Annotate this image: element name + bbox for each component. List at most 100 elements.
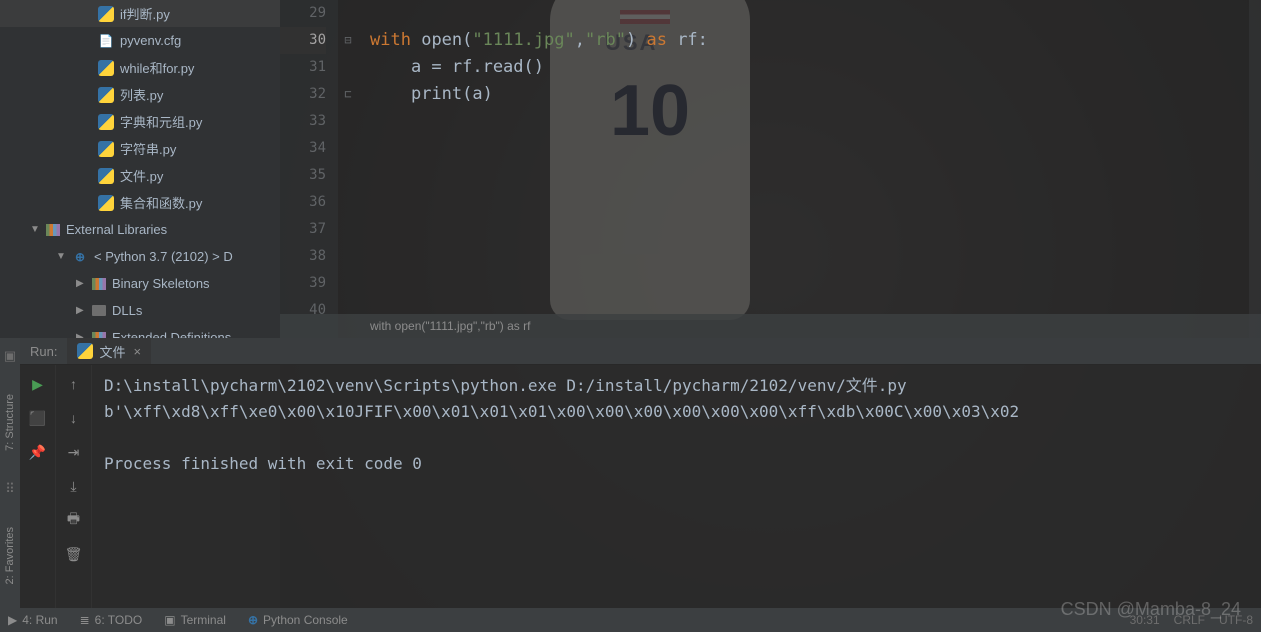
watermark: CSDN @Mamba-8_24 [1061, 599, 1241, 620]
node-label: External Libraries [66, 222, 167, 237]
trash-button[interactable]: 🗑 [63, 543, 85, 565]
collapse-arrow-icon[interactable]: ▶ [76, 305, 88, 316]
collapse-arrow-icon[interactable]: ▶ [76, 278, 88, 289]
py-file-icon [98, 114, 114, 130]
external-libraries-node[interactable]: ▼ External Libraries [0, 216, 280, 243]
fold-marker[interactable]: ⊟ [338, 27, 358, 54]
line-number[interactable]: 39 [280, 270, 326, 297]
scroll-button[interactable]: ⤓ [63, 475, 85, 497]
run-panel: Run: 文件 × ▶ ⬛ 📌 ↑ ↓ ⇥ ⤓ 🖶 🗑 D:\install\p… [20, 338, 1261, 608]
favorites-tool-button[interactable]: 2: Favorites [4, 527, 16, 584]
breadcrumb[interactable]: with open("1111.jpg","rb") as rf [280, 314, 1261, 338]
file-name: 列表.py [120, 85, 163, 104]
structure-tool-icon[interactable]: ▣ [4, 348, 16, 364]
line-number[interactable]: 33 [280, 108, 326, 135]
library-sub-node[interactable]: ▶Extended Definitions [0, 324, 280, 338]
line-number[interactable]: 37 [280, 216, 326, 243]
line-gutter: 293031323334353637383940 [280, 0, 338, 338]
code-line[interactable] [370, 162, 1261, 189]
file-name: pyvenv.cfg [120, 33, 181, 48]
code-line[interactable] [370, 270, 1261, 297]
line-number[interactable]: 30 [280, 27, 326, 54]
console-output[interactable]: D:\install\pycharm\2102\venv\Scripts\pyt… [92, 365, 1261, 608]
libraries-icon [46, 224, 60, 236]
file-item[interactable]: 字符串.py [0, 135, 280, 162]
py-file-icon [98, 168, 114, 184]
file-item[interactable]: 列表.py [0, 81, 280, 108]
fold-marker[interactable] [338, 270, 358, 297]
py-file-icon [98, 60, 114, 76]
structure-dots-icon[interactable]: ⠿ [5, 481, 15, 497]
library-sub-node[interactable]: ▶ DLLs [0, 297, 280, 324]
editor-scrollbar[interactable] [1249, 0, 1261, 338]
stop-button[interactable]: ⬛ [27, 407, 49, 429]
code-line[interactable] [370, 135, 1261, 162]
print-button[interactable]: 🖶 [63, 509, 85, 531]
code-area[interactable]: with open("1111.jpg","rb") as rf: a = rf… [358, 0, 1261, 338]
fold-marker[interactable] [338, 189, 358, 216]
down-button[interactable]: ↓ [63, 407, 85, 429]
file-item[interactable]: 集合和函数.py [0, 189, 280, 216]
pin-button[interactable]: 📌 [27, 441, 49, 463]
run-label: Run: [20, 344, 67, 359]
up-button[interactable]: ↑ [63, 373, 85, 395]
line-number[interactable]: 34 [280, 135, 326, 162]
node-label: DLLs [112, 303, 142, 318]
code-line[interactable]: with open("1111.jpg","rb") as rf: [370, 27, 1261, 54]
todo-tool-button[interactable]: ≣6: TODO [80, 613, 143, 627]
expand-arrow-icon[interactable]: ▼ [56, 251, 68, 262]
file-name: 字典和元组.py [120, 112, 202, 131]
code-editor[interactable]: 293031323334353637383940 ⊟⊏ with open("1… [280, 0, 1261, 338]
fold-marker[interactable] [338, 162, 358, 189]
code-line[interactable] [370, 108, 1261, 135]
line-number[interactable]: 38 [280, 243, 326, 270]
line-number[interactable]: 36 [280, 189, 326, 216]
code-line[interactable] [370, 243, 1261, 270]
expand-arrow-icon[interactable]: ▼ [30, 224, 42, 235]
fold-column[interactable]: ⊟⊏ [338, 0, 358, 338]
run-tool-button[interactable]: ▶4: Run [8, 613, 58, 627]
line-number[interactable]: 31 [280, 54, 326, 81]
fold-marker[interactable] [338, 135, 358, 162]
code-line[interactable] [370, 0, 1261, 27]
line-number[interactable]: 29 [280, 0, 326, 27]
python-console-button[interactable]: ⊕Python Console [248, 613, 348, 627]
wrap-button[interactable]: ⇥ [63, 441, 85, 463]
node-label: < Python 3.7 (2102) > D [94, 249, 233, 264]
libraries-icon [92, 278, 106, 290]
run-header: Run: 文件 × [20, 338, 1261, 365]
code-line[interactable] [370, 216, 1261, 243]
fold-marker[interactable] [338, 216, 358, 243]
project-sidebar[interactable]: if判断.py 📄pyvenv.cfg while和for.py 列表.py 字典和元组… [0, 0, 280, 338]
file-name: if判断.py [120, 4, 170, 23]
structure-tool-button[interactable]: 7: Structure [4, 394, 16, 451]
file-name: 字符串.py [120, 139, 176, 158]
fold-marker[interactable] [338, 243, 358, 270]
fold-marker[interactable] [338, 108, 358, 135]
fold-marker[interactable] [338, 0, 358, 27]
node-label: Binary Skeletons [112, 276, 210, 291]
node-label: Extended Definitions [112, 330, 231, 338]
file-name: 集合和函数.py [120, 193, 202, 212]
run-tab[interactable]: 文件 × [67, 338, 151, 364]
py-file-icon [98, 87, 114, 103]
code-line[interactable]: print(a) [370, 81, 1261, 108]
file-item[interactable]: 字典和元组.py [0, 108, 280, 135]
close-icon[interactable]: × [133, 344, 141, 359]
file-item[interactable]: if判断.py [0, 0, 280, 27]
library-sub-node[interactable]: ▶ Binary Skeletons [0, 270, 280, 297]
file-item[interactable]: 📄pyvenv.cfg [0, 27, 280, 54]
file-name: while和for.py [120, 58, 194, 77]
left-tool-strip: ▣ 7: Structure ⠿ 2: Favorites ★ [0, 338, 20, 608]
file-item[interactable]: 文件.py [0, 162, 280, 189]
code-line[interactable] [370, 189, 1261, 216]
rerun-button[interactable]: ▶ [27, 373, 49, 395]
python-sdk-node[interactable]: ▼⊕< Python 3.7 (2102) > D [0, 243, 280, 270]
code-line[interactable]: a = rf.read() [370, 54, 1261, 81]
file-item[interactable]: while和for.py [0, 54, 280, 81]
line-number[interactable]: 32 [280, 81, 326, 108]
line-number[interactable]: 35 [280, 162, 326, 189]
terminal-tool-button[interactable]: ▣Terminal [164, 613, 226, 627]
fold-marker[interactable]: ⊏ [338, 81, 358, 108]
fold-marker[interactable] [338, 54, 358, 81]
